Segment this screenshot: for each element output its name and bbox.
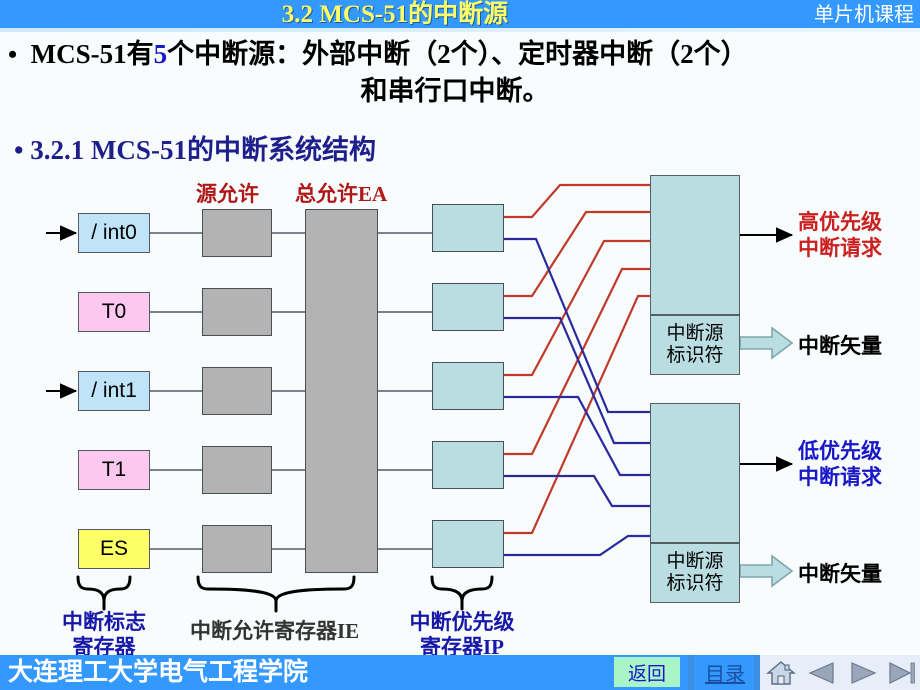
last-button[interactable] xyxy=(883,655,920,690)
bullet-marker: • xyxy=(8,40,18,69)
high-request-line1: 高优先级 xyxy=(798,210,882,234)
high-priority-request-label: 高优先级 中断请求 xyxy=(798,209,882,261)
last-icon xyxy=(888,661,915,684)
low-priority-block[interactable] xyxy=(650,403,740,543)
low-identifier-line2: 标识符 xyxy=(666,573,724,594)
source-block-t0[interactable]: T0 xyxy=(78,292,150,332)
low-request-line1: 低优先级 xyxy=(798,439,882,463)
bracket-label-ip-register: 中断优先级 寄存器IP xyxy=(398,610,526,660)
ip-switch-es[interactable] xyxy=(432,520,504,568)
home-icon xyxy=(765,660,796,685)
source-block-es[interactable]: ES xyxy=(78,529,150,569)
source-enable-switch-es[interactable] xyxy=(202,525,272,573)
source-enable-switch-int0[interactable] xyxy=(202,209,272,257)
ip-register-line1: 中断优先级 xyxy=(409,610,515,634)
source-block-int1[interactable]: / int1 xyxy=(78,371,150,411)
source-enable-switch-int1[interactable] xyxy=(202,367,272,415)
slide-root: 3.2 MCS-51的中断源 单片机课程 • MCS-51有5个中断源：外部中断… xyxy=(0,0,920,690)
section-subheading: • 3.2.1 MCS-51的中断系统结构 xyxy=(14,135,376,165)
source-block-t1[interactable]: T1 xyxy=(78,450,150,490)
school-name: 大连理工大学电气工程学院 xyxy=(8,659,309,686)
prev-button[interactable] xyxy=(801,655,842,690)
bracket-label-flag-register: 中断标志 寄存器 xyxy=(40,610,168,660)
low-interrupt-vector-label: 中断矢量 xyxy=(798,562,882,586)
home-button[interactable] xyxy=(760,655,801,690)
source-enable-switch-t1[interactable] xyxy=(202,446,272,494)
source-enable-switch-t0[interactable] xyxy=(202,288,272,336)
high-identifier-line1: 中断源 xyxy=(666,323,724,344)
high-priority-identifier: 中断源 标识符 xyxy=(650,315,740,375)
bracket-label-ie-register: 中断允许寄存器IE xyxy=(190,619,360,643)
next-icon xyxy=(850,661,877,684)
intro-count-highlight: 5 xyxy=(153,39,168,69)
high-interrupt-vector-label: 中断矢量 xyxy=(798,334,882,358)
interrupt-system-diagram: 源允许 总允许EA / int0 T0 / int1 T1 ES 中断源 标识符… xyxy=(0,165,920,659)
high-request-line2: 中断请求 xyxy=(798,236,882,260)
index-link[interactable]: 目录 xyxy=(697,657,753,687)
low-priority-request-label: 低优先级 中断请求 xyxy=(798,438,882,490)
prev-icon xyxy=(807,661,834,684)
ip-switch-int0[interactable] xyxy=(432,204,504,252)
flag-register-line1: 中断标志 xyxy=(62,610,146,634)
ip-switch-t1[interactable] xyxy=(432,441,504,489)
intro-text-b: 个中断源：外部中断（2个）、定时器中断（2个） xyxy=(167,39,748,69)
course-label: 单片机课程 xyxy=(814,4,914,26)
ip-switch-t0[interactable] xyxy=(432,283,504,331)
high-identifier-line2: 标识符 xyxy=(666,345,724,366)
global-enable-ea-column[interactable] xyxy=(305,209,378,573)
low-request-line2: 中断请求 xyxy=(798,465,882,489)
ip-switch-int1[interactable] xyxy=(432,362,504,410)
low-identifier-line1: 中断源 xyxy=(666,551,724,572)
intro-paragraph: • MCS-51有5个中断源：外部中断（2个）、定时器中断（2个） 和串行口中断… xyxy=(8,36,912,110)
intro-text-line2: 和串行口中断。 xyxy=(360,76,550,106)
next-button[interactable] xyxy=(842,655,883,690)
nav-separator-1 xyxy=(688,655,694,690)
low-priority-identifier: 中断源 标识符 xyxy=(650,543,740,603)
page-title: 3.2 MCS-51的中断源 xyxy=(281,1,509,28)
high-priority-block[interactable] xyxy=(650,175,740,315)
back-button[interactable]: 返回 xyxy=(614,657,680,687)
intro-text-a: MCS-51有 xyxy=(30,39,154,69)
source-block-int0[interactable]: / int0 xyxy=(78,213,150,253)
